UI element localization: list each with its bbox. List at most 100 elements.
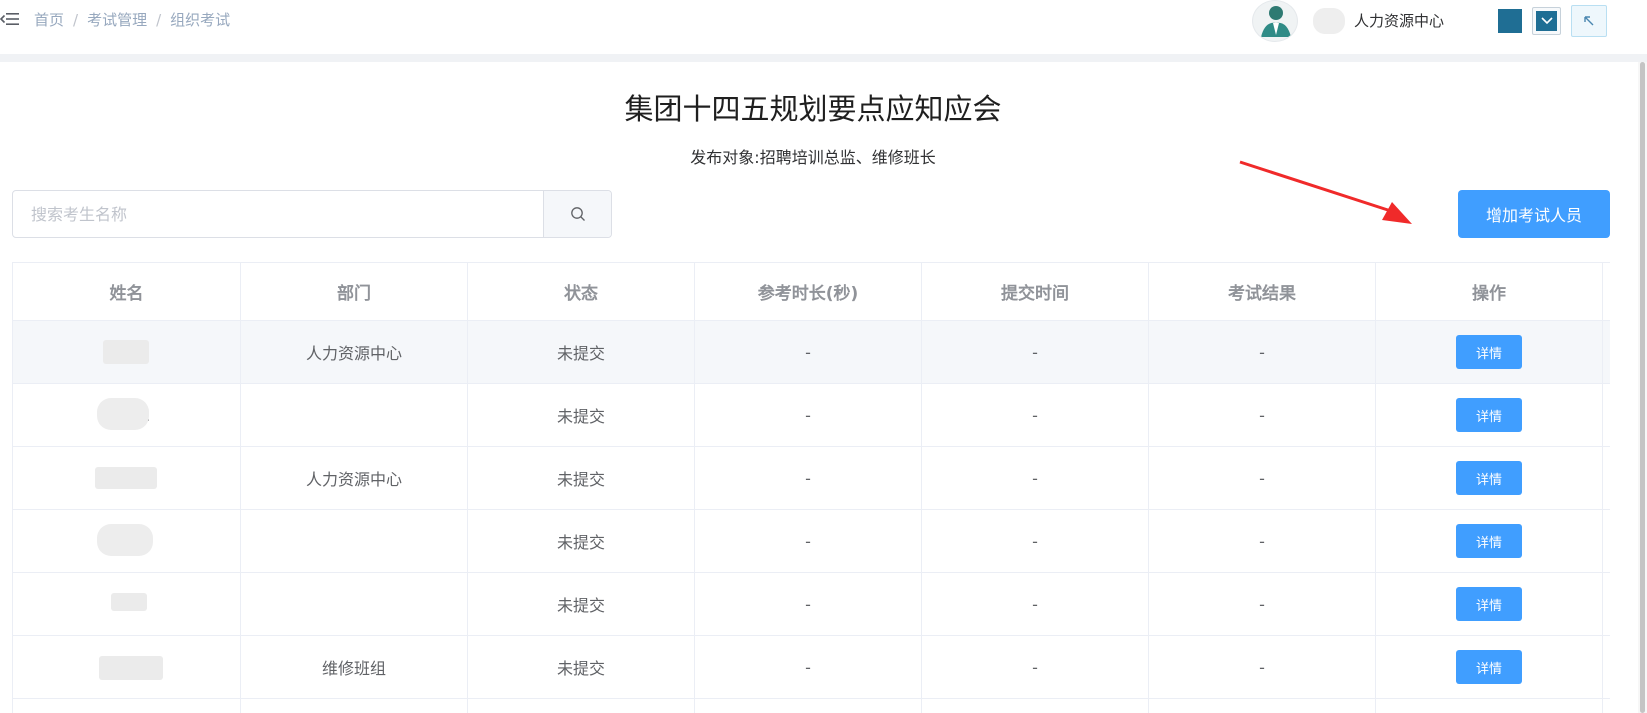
cell-status: 未提交	[468, 573, 695, 635]
cell-submit-time: -	[922, 447, 1149, 509]
cell-empty	[695, 699, 922, 713]
hamburger-menu-icon[interactable]	[0, 11, 20, 27]
cell-duration: -	[695, 510, 922, 572]
cell-submit-time: -	[922, 573, 1149, 635]
table-row: 维修班组 未提交 - - - 详情	[13, 636, 1610, 699]
column-header-submit-time: 提交时间	[922, 263, 1149, 320]
search-button[interactable]	[543, 191, 611, 237]
breadcrumb: 首页 / 考试管理 / 组织考试	[34, 9, 230, 30]
cell-status: 未提交	[468, 510, 695, 572]
theme-color-swatch[interactable]	[1498, 9, 1522, 33]
detail-button[interactable]: 详情	[1456, 524, 1522, 558]
dropdown-toggle[interactable]	[1532, 7, 1561, 35]
redaction-blob	[97, 398, 149, 430]
search-input[interactable]	[13, 191, 543, 237]
cell-department	[241, 573, 468, 635]
cell-name	[13, 510, 241, 572]
cell-result: -	[1149, 321, 1376, 383]
cell-result: -	[1149, 510, 1376, 572]
redaction-blob	[99, 656, 163, 680]
cell-duration: -	[695, 321, 922, 383]
cell-action: 详情	[1376, 321, 1603, 383]
chevron-down-icon	[1536, 11, 1557, 31]
add-exam-participant-button[interactable]: 增加考试人员	[1458, 190, 1610, 238]
cell-duration: -	[695, 384, 922, 446]
detail-button[interactable]: 详情	[1456, 335, 1522, 369]
cell-department: 维修班组	[241, 636, 468, 698]
cell-result: -	[1149, 384, 1376, 446]
cell-name	[13, 573, 241, 635]
cell-department	[241, 510, 468, 572]
detail-button[interactable]: 详情	[1456, 587, 1522, 621]
column-header-department: 部门	[241, 263, 468, 320]
cell-status: 未提交	[468, 384, 695, 446]
redaction-blob	[103, 340, 149, 364]
cell-action: 详情	[1376, 384, 1603, 446]
annotation-arrow-icon	[1239, 160, 1412, 224]
cell-action: 详情	[1376, 447, 1603, 509]
cell-submit-time: -	[922, 321, 1149, 383]
cell-result: -	[1149, 447, 1376, 509]
exam-participants-table: 姓名 部门 状态 参考时长(秒) 提交时间 考试结果 操作 红 人力资源中心 未…	[12, 262, 1610, 713]
cell-department: 人力资源中心	[241, 321, 468, 383]
collapse-arrow-button[interactable]	[1571, 5, 1607, 37]
table-header: 姓名 部门 状态 参考时长(秒) 提交时间 考试结果 操作	[13, 263, 1610, 321]
search-box	[12, 190, 612, 238]
user-avatar[interactable]	[1252, 0, 1298, 42]
breadcrumb-separator: /	[156, 10, 162, 29]
exam-title: 集团十四五规划要点应知应会	[624, 92, 1002, 126]
cell-result: -	[1149, 636, 1376, 698]
table-row: 人力资源中心 未提交 - - - 详情	[13, 447, 1610, 510]
cell-action: 详情	[1376, 510, 1603, 572]
redacted-username-blob	[1313, 8, 1345, 34]
cell-submit-time: -	[922, 510, 1149, 572]
table-row: 未提交 - - - 详情	[13, 510, 1610, 573]
cell-empty	[13, 699, 241, 713]
cell-department	[241, 384, 468, 446]
cell-empty	[1376, 699, 1603, 713]
cell-action: 详情	[1376, 636, 1603, 698]
detail-button[interactable]: 详情	[1456, 461, 1522, 495]
cell-duration: -	[695, 447, 922, 509]
cell-submit-time: -	[922, 636, 1149, 698]
column-header-result: 考试结果	[1149, 263, 1376, 320]
column-header-duration: 参考时长(秒)	[695, 263, 922, 320]
breadcrumb-separator: /	[73, 10, 79, 29]
cell-name	[13, 636, 241, 698]
cell-empty	[922, 699, 1149, 713]
scrollbar-thumb[interactable]	[1640, 62, 1645, 713]
cell-empty	[1149, 699, 1376, 713]
cell-name	[13, 447, 241, 509]
detail-button[interactable]: 详情	[1456, 650, 1522, 684]
org-name[interactable]: 人力资源中心	[1354, 10, 1444, 31]
breadcrumb-exam-management[interactable]: 考试管理	[87, 9, 147, 30]
column-header-name: 姓名	[13, 263, 241, 320]
redaction-blob	[111, 593, 147, 611]
detail-button[interactable]: 详情	[1456, 398, 1522, 432]
breadcrumb-current: 组织考试	[170, 11, 231, 29]
table-row: 红 人力资源中心 未提交 - - - 详情	[13, 321, 1610, 384]
column-header-action: 操作	[1376, 263, 1603, 320]
cell-empty	[468, 699, 695, 713]
search-icon	[570, 207, 585, 221]
redaction-blob	[97, 524, 153, 556]
column-header-status: 状态	[468, 263, 695, 320]
cell-result: -	[1149, 573, 1376, 635]
cell-name: 辉	[13, 384, 241, 446]
cell-status: 未提交	[468, 636, 695, 698]
cell-duration: -	[695, 573, 922, 635]
table-row: 辉 未提交 - - - 详情	[13, 384, 1610, 447]
cell-submit-time: -	[922, 384, 1149, 446]
breadcrumb-home[interactable]: 首页	[34, 9, 64, 30]
table-row-partial	[13, 699, 1610, 713]
cell-status: 未提交	[468, 447, 695, 509]
cell-status: 未提交	[468, 321, 695, 383]
cell-empty	[241, 699, 468, 713]
cell-department: 人力资源中心	[241, 447, 468, 509]
redaction-blob	[95, 467, 157, 489]
cell-name: 红	[13, 321, 241, 383]
header-divider	[0, 54, 1647, 62]
cell-duration: -	[695, 636, 922, 698]
arrow-up-left-icon	[1584, 16, 1594, 26]
top-navbar: 首页 / 考试管理 / 组织考试 人力资源中心	[0, 0, 1647, 54]
